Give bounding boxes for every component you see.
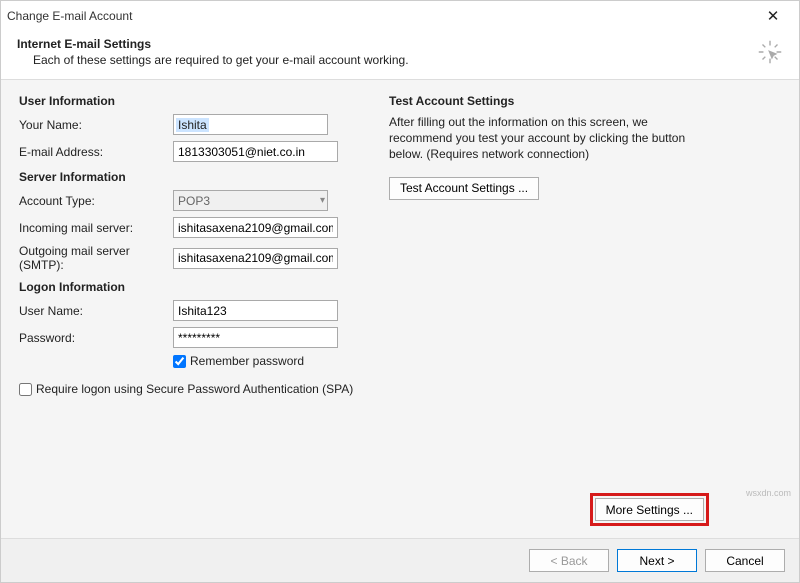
incoming-server-input[interactable] <box>173 217 338 238</box>
email-input[interactable] <box>173 141 338 162</box>
your-name-input[interactable]: Ishita <box>173 114 328 135</box>
password-input[interactable] <box>173 327 338 348</box>
account-type-label: Account Type: <box>19 194 173 208</box>
left-column: User Information Your Name: Ishita E-mai… <box>19 94 359 530</box>
close-button[interactable]: ✕ <box>755 5 791 27</box>
password-row: Password: <box>19 327 359 348</box>
content-area: User Information Your Name: Ishita E-mai… <box>1 80 799 538</box>
titlebar: Change E-mail Account ✕ <box>1 1 799 31</box>
chevron-down-icon: ▾ <box>320 195 325 206</box>
next-button[interactable]: Next > <box>617 549 697 572</box>
server-info-heading: Server Information <box>19 170 359 184</box>
user-info-heading: User Information <box>19 94 359 108</box>
account-type-select: POP3 ▾ <box>173 190 328 211</box>
spa-row: Require logon using Secure Password Auth… <box>19 382 359 396</box>
test-account-settings-button[interactable]: Test Account Settings ... <box>389 177 539 200</box>
email-label: E-mail Address: <box>19 145 173 159</box>
watermark: wsxdn.com <box>746 488 791 498</box>
remember-password-checkbox[interactable] <box>173 355 186 368</box>
test-settings-heading: Test Account Settings <box>389 94 781 108</box>
header-title: Internet E-mail Settings <box>17 37 743 51</box>
incoming-label: Incoming mail server: <box>19 221 173 235</box>
your-name-row: Your Name: Ishita <box>19 114 359 135</box>
window-title: Change E-mail Account <box>7 9 132 23</box>
username-label: User Name: <box>19 304 173 318</box>
logon-info-heading: Logon Information <box>19 280 359 294</box>
header: Internet E-mail Settings Each of these s… <box>1 31 799 80</box>
outgoing-label: Outgoing mail server (SMTP): <box>19 244 173 272</box>
cancel-button[interactable]: Cancel <box>705 549 785 572</box>
account-type-row: Account Type: POP3 ▾ <box>19 190 359 211</box>
email-row: E-mail Address: <box>19 141 359 162</box>
close-icon: ✕ <box>767 7 780 25</box>
username-input[interactable] <box>173 300 338 321</box>
more-settings-button[interactable]: More Settings ... <box>595 498 704 521</box>
header-subtitle: Each of these settings are required to g… <box>17 53 743 67</box>
remember-password-label: Remember password <box>190 354 304 368</box>
right-column: Test Account Settings After filling out … <box>389 94 781 530</box>
spa-checkbox[interactable] <box>19 383 32 396</box>
more-settings-highlight: More Settings ... <box>590 493 709 526</box>
back-button: < Back <box>529 549 609 572</box>
your-name-label: Your Name: <box>19 118 173 132</box>
incoming-row: Incoming mail server: <box>19 217 359 238</box>
password-label: Password: <box>19 331 173 345</box>
outgoing-server-input[interactable] <box>173 248 338 269</box>
account-type-value: POP3 <box>178 194 210 208</box>
test-settings-description: After filling out the information on thi… <box>389 114 709 163</box>
your-name-value: Ishita <box>176 118 209 132</box>
header-text: Internet E-mail Settings Each of these s… <box>17 37 743 67</box>
dialog-window: Change E-mail Account ✕ Internet E-mail … <box>0 0 800 583</box>
outgoing-row: Outgoing mail server (SMTP): <box>19 244 359 272</box>
cursor-icon <box>755 37 785 67</box>
username-row: User Name: <box>19 300 359 321</box>
remember-password-row: Remember password <box>173 354 359 368</box>
footer: < Back Next > Cancel <box>1 538 799 582</box>
spa-label: Require logon using Secure Password Auth… <box>36 382 353 396</box>
